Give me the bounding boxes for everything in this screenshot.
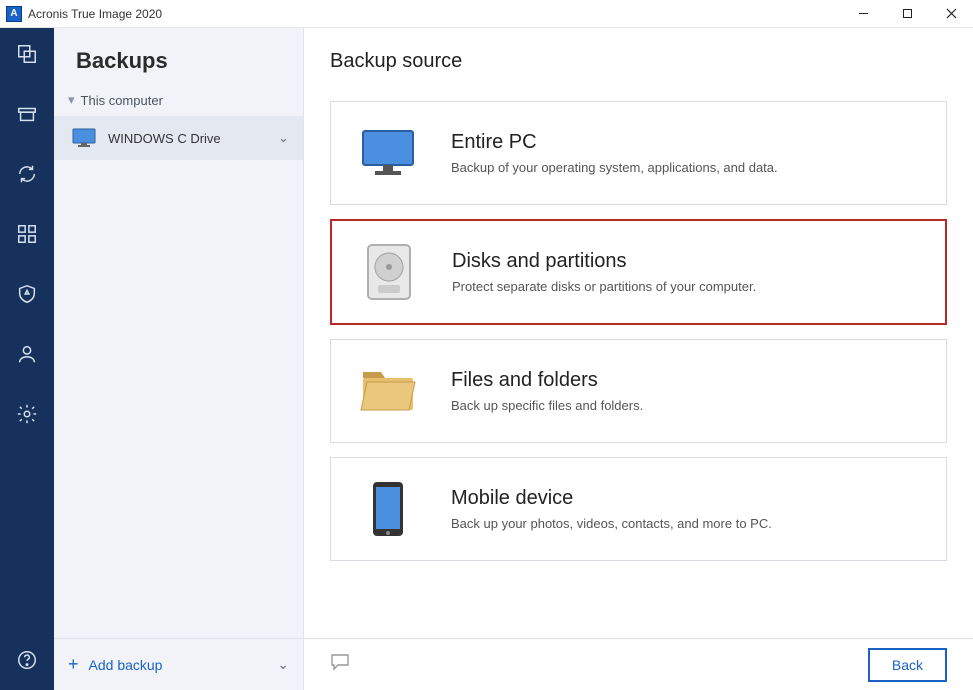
card-title: Files and folders xyxy=(451,369,643,392)
card-desc: Backup of your operating system, applica… xyxy=(451,160,778,175)
tree-root-label: This computer xyxy=(81,93,163,108)
nav-help-icon[interactable] xyxy=(11,644,43,676)
tree-root[interactable]: ▾ This computer xyxy=(54,88,303,116)
monitor-icon xyxy=(359,124,417,182)
sidebar-item-label: WINDOWS C Drive xyxy=(108,131,221,146)
nav-rail xyxy=(0,28,54,690)
source-card[interactable]: Disks and partitions Protect separate dis… xyxy=(330,219,947,325)
bottom-bar: Back xyxy=(304,638,973,690)
card-desc: Protect separate disks or partitions of … xyxy=(452,279,756,294)
source-card[interactable]: Mobile device Back up your photos, videos… xyxy=(330,457,947,561)
source-card[interactable]: Files and folders Back up specific files … xyxy=(330,339,947,443)
chevron-down-icon: ▾ xyxy=(68,92,75,108)
nav-sync-icon[interactable] xyxy=(11,158,43,190)
nav-protection-icon[interactable] xyxy=(11,278,43,310)
card-desc: Back up your photos, videos, contacts, a… xyxy=(451,516,772,531)
titlebar: A Acronis True Image 2020 xyxy=(0,0,973,28)
app-title: Acronis True Image 2020 xyxy=(28,7,841,21)
sidebar-heading: Backups xyxy=(54,28,303,88)
card-desc: Back up specific files and folders. xyxy=(451,398,643,413)
chat-icon[interactable] xyxy=(330,653,350,676)
nav-dashboard-icon[interactable] xyxy=(11,218,43,250)
chevron-down-icon: ⌄ xyxy=(278,130,289,146)
source-card-list: Entire PC Backup of your operating system… xyxy=(304,83,973,638)
nav-backup-icon[interactable] xyxy=(11,38,43,70)
page-title: Backup source xyxy=(304,28,973,83)
sidebar: Backups ▾ This computer WINDOWS C Drive … xyxy=(54,28,304,690)
chevron-down-icon: ⌄ xyxy=(277,656,289,673)
source-card[interactable]: Entire PC Backup of your operating system… xyxy=(330,101,947,205)
card-title: Disks and partitions xyxy=(452,250,756,273)
nav-archive-icon[interactable] xyxy=(11,98,43,130)
sidebar-item-windows-c[interactable]: WINDOWS C Drive ⌄ xyxy=(54,116,303,160)
main-panel: Backup source Entire PC Backup of your op… xyxy=(304,28,973,690)
nav-settings-icon[interactable] xyxy=(11,398,43,430)
card-title: Mobile device xyxy=(451,487,772,510)
hdd-icon xyxy=(360,243,418,301)
monitor-icon xyxy=(72,128,96,148)
window-controls xyxy=(841,0,973,27)
add-backup-label: Add backup xyxy=(89,657,163,673)
nav-account-icon[interactable] xyxy=(11,338,43,370)
phone-icon xyxy=(359,480,417,538)
maximize-button[interactable] xyxy=(885,0,929,27)
folder-icon xyxy=(359,362,417,420)
minimize-button[interactable] xyxy=(841,0,885,27)
plus-icon: + xyxy=(68,654,79,675)
close-button[interactable] xyxy=(929,0,973,27)
back-button[interactable]: Back xyxy=(868,648,947,682)
add-backup-button[interactable]: + Add backup ⌄ xyxy=(54,638,303,690)
card-title: Entire PC xyxy=(451,131,778,154)
app-logo: A xyxy=(6,6,22,22)
